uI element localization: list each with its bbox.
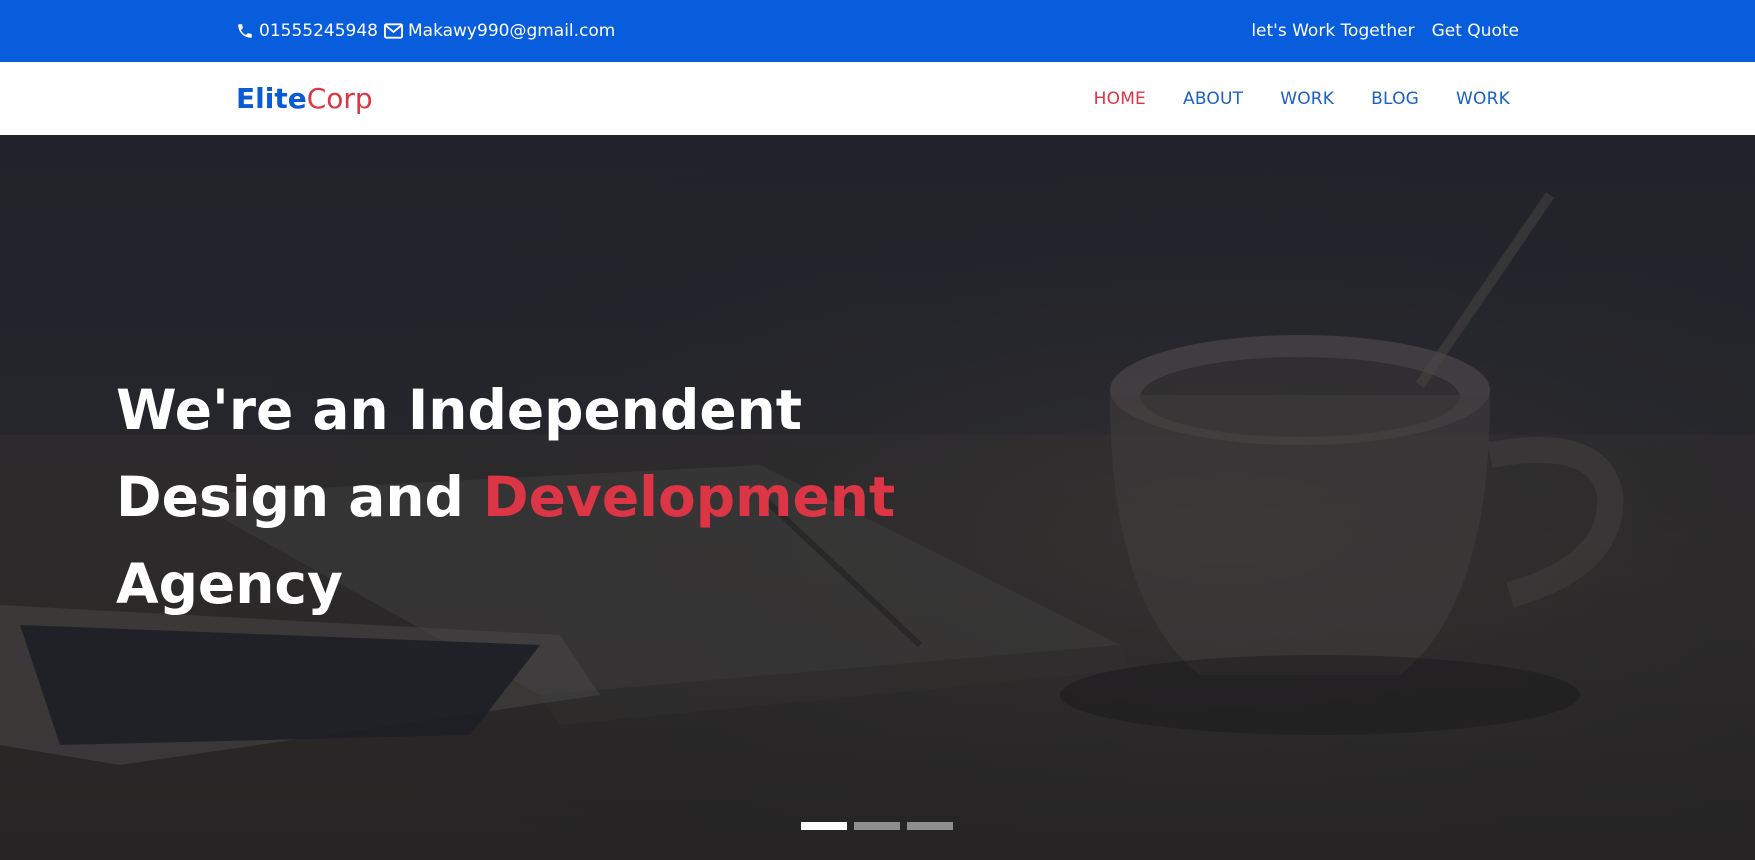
carousel-indicator-3[interactable] [907, 822, 953, 830]
carousel-indicators [801, 822, 960, 830]
hero-heading: We're an Independent Design and Developm… [116, 367, 916, 628]
hero-carousel: We're an Independent Design and Developm… [0, 135, 1755, 860]
hero-line-3: Agency [116, 552, 343, 616]
envelope-icon [383, 23, 403, 39]
brand-elite: Elite [236, 82, 307, 115]
nav-home[interactable]: HOME [1094, 89, 1146, 109]
get-quote-link[interactable]: Get Quote [1432, 21, 1519, 41]
nav-about[interactable]: ABOUT [1183, 89, 1243, 109]
nav-work[interactable]: WORK [1280, 89, 1334, 109]
brand-logo[interactable]: Elite Corp [236, 62, 373, 135]
brand-corp: Corp [306, 82, 373, 115]
hero-line-2-accent: Development [483, 465, 896, 529]
main-nav: HOME ABOUT WORK BLOG WORK [1057, 62, 1510, 135]
phone-number: 01555245948 [259, 21, 378, 41]
top-bar: 01555245948 Makawy990@gmail.com let's Wo… [0, 0, 1755, 62]
nav-blog[interactable]: BLOG [1371, 89, 1419, 109]
contact-info: 01555245948 Makawy990@gmail.com [236, 0, 621, 62]
hero-line-1: We're an Independent [116, 378, 803, 442]
phone-icon [236, 22, 254, 40]
nav-work-2[interactable]: WORK [1456, 89, 1510, 109]
hero-line-2-prefix: Design and [116, 465, 484, 529]
work-together-link[interactable]: let's Work Together [1251, 21, 1414, 41]
carousel-indicator-1[interactable] [801, 822, 847, 830]
email-address: Makawy990@gmail.com [407, 21, 616, 41]
topbar-actions: let's Work Together Get Quote [1234, 0, 1519, 62]
navbar: Elite Corp HOME ABOUT WORK BLOG WORK [0, 62, 1755, 135]
carousel-indicator-2[interactable] [854, 822, 900, 830]
